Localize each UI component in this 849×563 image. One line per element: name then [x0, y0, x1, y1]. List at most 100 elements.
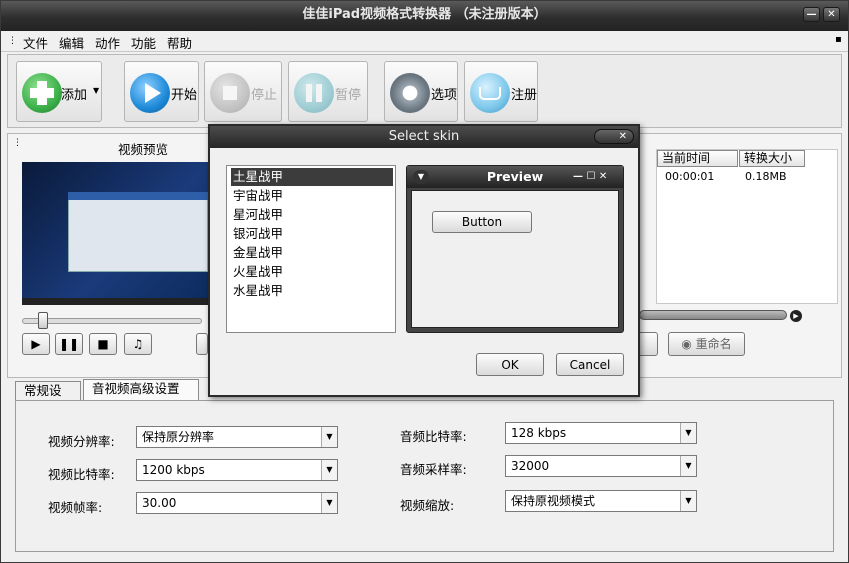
skin-item[interactable]: 土星战甲	[231, 168, 393, 186]
stop-small-button[interactable]: ■	[89, 333, 117, 355]
chevron-down-icon: ▼	[680, 491, 696, 511]
seek-handle[interactable]	[38, 312, 48, 329]
window-controls-icon: — ☐ ✕	[573, 171, 608, 182]
skin-item[interactable]: 星河战甲	[231, 206, 393, 224]
preview-title-bar: ▼ Preview — ☐ ✕	[407, 166, 623, 188]
chevron-down-icon: ▼	[321, 493, 337, 513]
audio-bitrate-label: 音频比特率:	[400, 429, 467, 444]
play-small-icon: ▶	[31, 337, 41, 351]
toolbar: 添加 ▼ 开始 停止 暂停 选项 注册	[7, 54, 842, 128]
video-scale-label: 视频缩放:	[400, 498, 455, 513]
video-bitrate-select[interactable]: 1200 kbps ▼	[136, 459, 338, 481]
menu-action[interactable]: 动作	[95, 33, 120, 52]
register-label: 注册	[511, 88, 538, 103]
video-scale-select[interactable]: 保持原视频模式 ▼	[505, 490, 697, 512]
stop-icon	[210, 73, 250, 113]
header-convert-size[interactable]: 转换大小	[739, 150, 805, 167]
register-button[interactable]: 注册	[464, 61, 538, 122]
rename-label: 重命名	[695, 337, 732, 351]
video-bitrate-value: 1200 kbps	[142, 463, 205, 477]
add-button[interactable]: 添加 ▼	[16, 61, 102, 122]
dialog-title: Select skin	[388, 129, 460, 144]
select-skin-dialog: Select skin ✕ 土星战甲 宇宙战甲 星河战甲 银河战甲 金星战甲 火…	[208, 124, 640, 397]
stop-small-icon: ■	[97, 337, 109, 351]
skin-item[interactable]: 水星战甲	[231, 282, 393, 300]
video-fps-label: 视频帧率:	[48, 500, 103, 515]
skin-item[interactable]: 火星战甲	[231, 263, 393, 281]
video-resolution-label: 视频分辨率:	[48, 434, 115, 449]
panel-grip-icon: ⋮	[13, 138, 22, 148]
cell-current-time: 00:00:01	[665, 170, 715, 183]
video-preview	[22, 162, 227, 305]
audio-samplerate-label: 音频采样率:	[400, 462, 467, 477]
cell-convert-size: 0.18MB	[745, 170, 787, 183]
cancel-button[interactable]: Cancel	[556, 353, 624, 376]
dialog-title-bar: Select skin ✕	[210, 126, 638, 148]
preview-button: Button	[432, 211, 532, 233]
chevron-down-icon: ▼	[680, 456, 696, 476]
scroll-right-icon[interactable]: ▶	[790, 310, 802, 322]
start-button[interactable]: 开始	[124, 61, 199, 122]
video-resolution-select[interactable]: 保持原分辨率 ▼	[136, 426, 338, 448]
start-label: 开始	[171, 88, 198, 103]
stop-label: 停止	[251, 88, 278, 103]
close-icon[interactable]: ✕	[594, 129, 634, 144]
add-icon	[22, 73, 62, 113]
add-label: 添加	[61, 88, 88, 103]
skin-item[interactable]: 宇宙战甲	[231, 187, 393, 205]
file-table: 当前时间 转换大小 00:00:01 0.18MB	[656, 149, 838, 304]
seek-bar[interactable]	[22, 318, 202, 324]
video-bitrate-label: 视频比特率:	[48, 467, 115, 482]
ok-button[interactable]: OK	[476, 353, 544, 376]
pause-small-icon: ❚❚	[58, 337, 80, 351]
gear-icon	[390, 73, 430, 113]
audio-bitrate-select[interactable]: 128 kbps ▼	[505, 422, 697, 444]
pause-small-button[interactable]: ❚❚	[55, 333, 83, 355]
menu-overflow-icon[interactable]: ▪	[835, 34, 842, 45]
header-current-time[interactable]: 当前时间	[657, 150, 738, 167]
title-bar: 佳佳iPad视频格式转换器 （未注册版本） — ✕	[1, 1, 848, 31]
rename-button[interactable]: ◉ 重命名	[668, 332, 745, 356]
tab-advanced[interactable]: 音视频高级设置	[83, 379, 199, 401]
snapshot-button[interactable]	[196, 333, 208, 355]
audio-samplerate-value: 32000	[511, 459, 550, 473]
audio-samplerate-select[interactable]: 32000 ▼	[505, 455, 697, 477]
menu-function[interactable]: 功能	[131, 33, 156, 52]
headphones-button[interactable]: ♫	[124, 333, 152, 355]
chevron-down-icon[interactable]: ▼	[93, 86, 99, 95]
skin-item[interactable]: 金星战甲	[231, 244, 393, 262]
menu-edit[interactable]: 编辑	[59, 33, 84, 52]
chevron-down-icon: ▼	[413, 170, 429, 184]
video-fps-value: 30.00	[142, 496, 177, 510]
rename-icon: ◉	[681, 337, 692, 351]
video-fps-select[interactable]: 30.00 ▼	[136, 492, 338, 514]
preview-title: Preview	[486, 169, 544, 184]
options-label: 选项	[431, 88, 458, 103]
audio-bitrate-value: 128 kbps	[511, 426, 567, 440]
stop-button[interactable]: 停止	[204, 61, 282, 122]
play-button[interactable]: ▶	[22, 333, 50, 355]
headphones-icon: ♫	[132, 337, 144, 351]
preview-title: 视频预览	[118, 142, 169, 157]
skin-preview: ▼ Preview — ☐ ✕ Button	[406, 165, 624, 333]
menu-grip-icon: ⋮	[8, 36, 17, 46]
menu-bar: ⋮ 文件 编辑 动作 功能 帮助 ▪	[1, 31, 848, 52]
tab-general[interactable]: 常规设置	[15, 381, 81, 416]
chevron-down-icon: ▼	[321, 427, 337, 447]
chevron-down-icon: ▼	[321, 460, 337, 480]
basket-icon	[470, 73, 510, 113]
options-button[interactable]: 选项	[384, 61, 458, 122]
close-icon[interactable]: ✕	[823, 7, 840, 22]
menu-help[interactable]: 帮助	[167, 33, 192, 52]
horizontal-scrollbar[interactable]	[639, 310, 787, 320]
menu-file[interactable]: 文件	[23, 33, 48, 52]
settings-panel: 视频分辨率: 保持原分辨率 ▼ 视频比特率: 1200 kbps ▼ 视频帧率:…	[15, 400, 834, 552]
pause-button[interactable]: 暂停	[288, 61, 368, 122]
video-scale-value: 保持原视频模式	[511, 494, 596, 508]
play-icon	[130, 73, 170, 113]
skin-item[interactable]: 银河战甲	[231, 225, 393, 243]
minimize-icon[interactable]: —	[803, 7, 820, 22]
video-resolution-value: 保持原分辨率	[142, 430, 215, 444]
chevron-down-icon: ▼	[680, 423, 696, 443]
window-title: 佳佳iPad视频格式转换器 （未注册版本）	[302, 7, 547, 22]
